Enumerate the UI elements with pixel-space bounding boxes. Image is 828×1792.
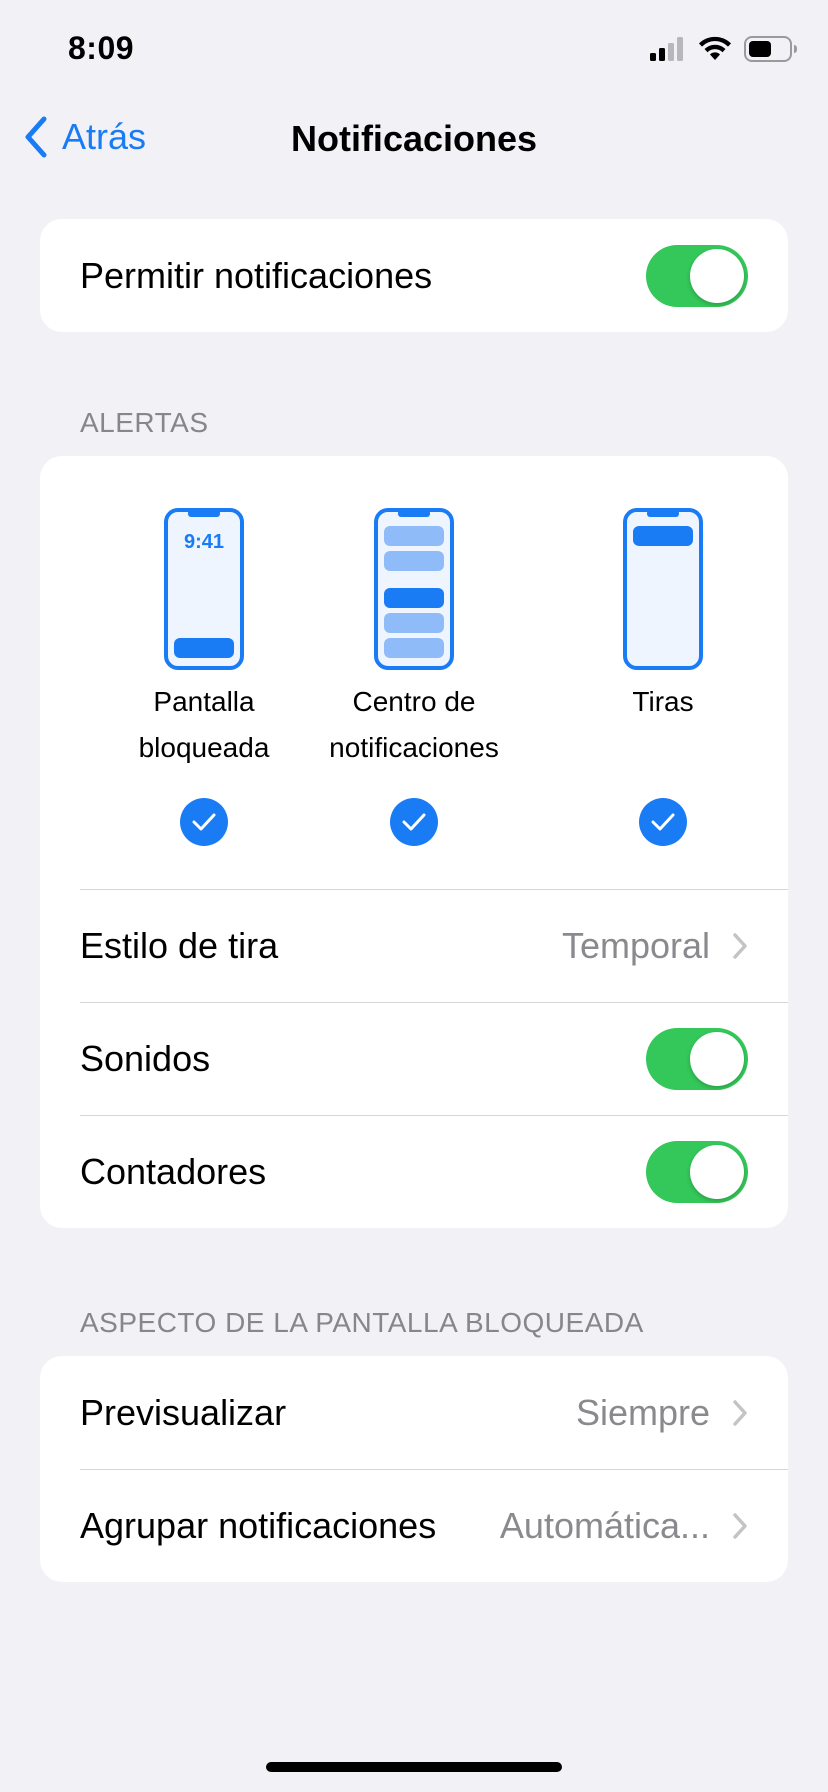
lock-screen-phone-icon: 9:41 [164,508,244,670]
badges-toggle[interactable] [646,1140,748,1203]
notification-grouping-label: Agrupar notificaciones [80,1504,437,1546]
alert-styles: 9:41 Pantalla bloqueada Centro de notifi… [40,456,788,889]
banner-style-value: Temporal [561,924,710,966]
divider [80,1115,788,1116]
alerts-card: 9:41 Pantalla bloqueada Centro de notifi… [40,456,788,1228]
allow-notifications-card: Permitir notificaciones [40,219,788,332]
status-bar: 8:09 [0,0,828,100]
alert-option-notification-center[interactable]: Centro de notificaciones [289,456,539,846]
toggle-knob [690,1031,744,1086]
wifi-icon [699,36,731,60]
cellular-signal-icon [650,37,683,61]
toggle-knob [690,1144,744,1199]
notifications-screen: 8:09 Atrás Notificaciones Permitir notif… [0,0,828,1792]
chevron-right-icon [733,932,747,959]
notification-center-phone-icon [374,508,454,670]
banner-style-label: Estilo de tira [80,924,279,966]
alert-option-label-line1: Centro de [352,686,476,717]
notification-grouping-value: Automática... [499,1504,710,1546]
lock-screen-card: Previsualizar Siempre Agrupar notificaci… [40,1356,788,1582]
alert-option-label-line2: notificaciones [329,732,499,763]
divider [80,1469,788,1470]
checkmark-icon[interactable] [180,798,228,846]
banners-phone-icon [623,508,703,670]
show-previews-row[interactable]: Previsualizar Siempre [40,1356,788,1469]
show-previews-label: Previsualizar [80,1391,287,1433]
divider [80,1002,788,1003]
checkmark-icon[interactable] [390,798,438,846]
page-title: Notificaciones [290,118,538,159]
banner-style-row[interactable]: Estilo de tira Temporal [40,889,788,1002]
alerts-section-header: ALERTAS [80,407,209,438]
allow-notifications-label: Permitir notificaciones [80,254,433,296]
preview-time: 9:41 [184,531,224,553]
allow-notifications-toggle[interactable] [646,244,748,307]
sounds-label: Sonidos [80,1037,211,1079]
chevron-right-icon [733,1399,747,1426]
sounds-row: Sonidos [40,1002,788,1115]
notification-grouping-row[interactable]: Agrupar notificaciones Automática... [40,1469,788,1582]
home-indicator[interactable] [266,1762,562,1772]
checkmark-icon[interactable] [639,798,687,846]
navigation-bar: Atrás Notificaciones [0,100,828,180]
allow-notifications-row: Permitir notificaciones [40,219,788,332]
alert-option-banners[interactable]: Tiras [538,456,788,846]
lock-screen-section-header: ASPECTO DE LA PANTALLA BLOQUEADA [80,1307,644,1338]
divider [80,889,788,890]
sounds-toggle[interactable] [646,1027,748,1090]
battery-icon [744,36,797,62]
status-icons [650,36,798,62]
alert-option-label-line1: Tiras [632,686,694,717]
badges-row: Contadores [40,1115,788,1228]
chevron-right-icon [733,1512,747,1539]
toggle-knob [690,248,744,303]
status-time: 8:09 [68,30,135,66]
badges-label: Contadores [80,1150,267,1192]
show-previews-value: Siempre [575,1391,710,1433]
